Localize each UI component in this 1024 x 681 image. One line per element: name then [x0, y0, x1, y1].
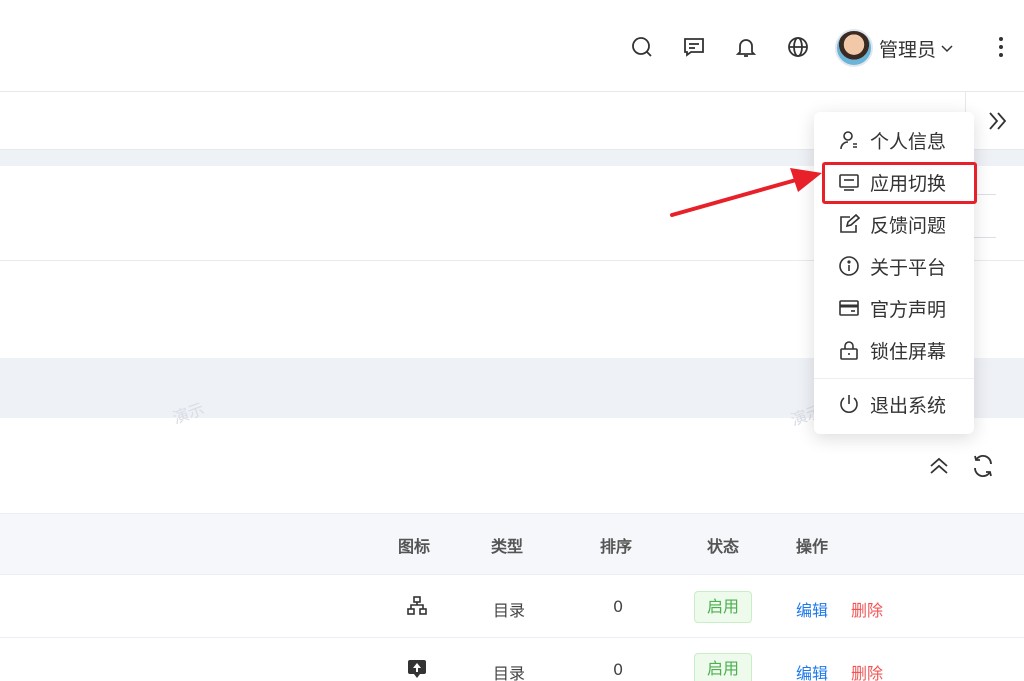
power-icon	[840, 395, 858, 413]
bell-icon[interactable]	[733, 34, 759, 60]
menu-item-label: 应用切换	[870, 172, 947, 195]
menu-divider	[814, 378, 974, 379]
menu-item-label: 锁住屏幕	[870, 340, 947, 363]
menu-item-feedback[interactable]: 反馈问题	[814, 204, 974, 244]
menu-item-logout[interactable]: 退出系统	[814, 384, 974, 424]
column-header-actions: 操作	[796, 537, 829, 556]
menu-item-label: 官方声明	[870, 298, 947, 321]
cell-type: 目录	[493, 601, 526, 620]
menu-item-label: 反馈问题	[870, 214, 947, 237]
column-header-order: 排序	[600, 537, 633, 556]
column-header-icon: 图标	[398, 537, 431, 556]
user-name: 管理员	[879, 38, 937, 61]
collapse-icon[interactable]	[926, 453, 952, 479]
user-dropdown-menu: 个人信息 应用切换 反馈问题 关于平台 官方声明 锁住屏幕 退出系统	[814, 112, 974, 434]
upload-icon	[408, 660, 426, 678]
card-icon	[839, 300, 859, 316]
user-icon	[840, 131, 857, 150]
app-switch-icon	[839, 174, 859, 191]
menu-item-label: 个人信息	[870, 130, 947, 153]
menu-item-app-switch[interactable]: 应用切换	[814, 162, 974, 202]
info-icon	[839, 256, 859, 276]
search-icon[interactable]	[629, 34, 655, 60]
edit-link[interactable]: 编辑	[796, 597, 828, 621]
menu-item-profile[interactable]: 个人信息	[814, 120, 974, 160]
column-header-type: 类型	[491, 537, 524, 556]
status-badge: 启用	[694, 591, 753, 623]
refresh-icon[interactable]	[970, 453, 996, 479]
edit-link[interactable]: 编辑	[796, 660, 828, 681]
feedback-icon	[840, 213, 860, 233]
user-menu-trigger[interactable]: 管理员	[835, 28, 954, 68]
org-chart-icon	[407, 596, 427, 615]
message-icon[interactable]	[681, 34, 707, 60]
delete-link[interactable]: 删除	[851, 597, 883, 621]
status-badge: 启用	[694, 653, 753, 681]
cell-type: 目录	[493, 664, 526, 681]
lock-icon	[840, 341, 858, 360]
delete-link[interactable]: 删除	[851, 660, 883, 681]
top-header: 管理员	[0, 0, 1024, 92]
column-header-status: 状态	[707, 537, 740, 556]
chevron-down-icon	[941, 45, 953, 53]
menu-item-label: 关于平台	[870, 256, 947, 279]
cell-order: 0	[613, 597, 624, 616]
menu-item-label: 退出系统	[870, 394, 947, 417]
globe-icon[interactable]	[785, 34, 811, 60]
menu-item-about[interactable]: 关于平台	[814, 246, 974, 286]
more-vertical-icon[interactable]	[994, 34, 1008, 60]
cell-order: 0	[613, 660, 624, 679]
double-chevron-right-icon[interactable]	[985, 108, 1011, 134]
menu-item-statement[interactable]: 官方声明	[814, 288, 974, 328]
menu-item-lock-screen[interactable]: 锁住屏幕	[814, 330, 974, 370]
avatar	[835, 29, 873, 67]
